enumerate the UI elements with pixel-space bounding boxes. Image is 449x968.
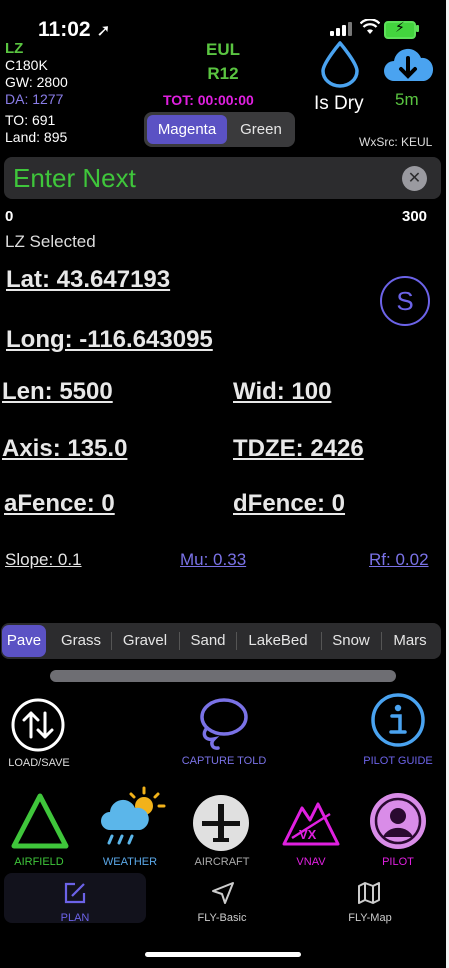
width-field[interactable]: Wid: 100 <box>233 378 331 406</box>
scrollbar[interactable] <box>50 670 396 682</box>
surface-grass[interactable]: Grass <box>52 623 110 659</box>
location-arrow-icon: ➚ <box>96 21 111 40</box>
divider <box>111 632 112 650</box>
wifi-icon <box>359 18 381 40</box>
load-save-label[interactable]: LOAD/SAVE <box>4 757 74 769</box>
landing-distance: Land: 895 <box>5 129 68 145</box>
surface-pave[interactable]: Pave <box>2 625 46 657</box>
vnav-badge: VX <box>299 827 317 842</box>
longitude-field[interactable]: Long: -116.643095 <box>6 326 213 354</box>
length-field[interactable]: Len: 5500 <box>2 378 113 406</box>
cellular-signal-icon <box>330 22 352 36</box>
clear-icon[interactable]: ✕ <box>402 166 427 191</box>
divider <box>321 632 322 650</box>
divider <box>236 632 237 650</box>
weather-label[interactable]: WEATHER <box>97 856 163 868</box>
battery-tip <box>416 25 419 32</box>
pilot-icon[interactable] <box>369 792 427 855</box>
lasso-icon[interactable] <box>192 695 254 756</box>
mode-green[interactable]: Green <box>230 115 292 144</box>
tab-fly-basic-label[interactable]: FLY-Basic <box>170 912 274 924</box>
weather-icon[interactable] <box>98 784 168 855</box>
pilot-guide-label[interactable]: PILOT GUIDE <box>356 755 440 767</box>
info-icon[interactable] <box>370 692 426 753</box>
range-max: 300 <box>402 208 428 225</box>
rf-field[interactable]: Rf: 0.02 <box>369 550 429 570</box>
triangle-icon[interactable] <box>10 792 70 855</box>
surface-condition[interactable]: Is Dry <box>314 93 364 115</box>
dfence-field[interactable]: dFence: 0 <box>233 490 345 518</box>
enter-next-placeholder[interactable]: Enter Next <box>13 163 136 194</box>
density-altitude: DA: 1277 <box>5 91 64 107</box>
airport-code[interactable]: EUL <box>203 40 243 60</box>
load-save-icon[interactable] <box>10 697 66 758</box>
tot-timer: TOT: 00:00:00 <box>163 92 254 108</box>
home-indicator[interactable] <box>145 952 301 957</box>
water-drop-icon[interactable] <box>318 40 362 93</box>
map-icon[interactable] <box>356 880 382 911</box>
afence-field[interactable]: aFence: 0 <box>4 490 115 518</box>
s-button[interactable]: S <box>380 276 430 326</box>
navigation-arrow-icon[interactable] <box>210 880 236 911</box>
vnav-label[interactable]: VNAV <box>290 856 332 868</box>
weather-age: 5m <box>395 90 419 109</box>
latitude-field[interactable]: Lat: 43.647193 <box>6 266 170 294</box>
surface-snow[interactable]: Snow <box>324 623 378 659</box>
capture-told-label[interactable]: CAPTURE TOLD <box>172 755 276 767</box>
lz-label: LZ <box>5 40 24 57</box>
airfield-label[interactable]: AIRFIELD <box>4 856 74 868</box>
tab-fly-map-label[interactable]: FLY-Map <box>320 912 420 924</box>
aircraft-icon[interactable] <box>192 794 250 857</box>
pilot-label[interactable]: PILOT <box>376 856 420 868</box>
axis-field[interactable]: Axis: 135.0 <box>2 435 127 463</box>
takeoff-distance: TO: 691 <box>5 112 56 128</box>
battery-icon: ⚡ <box>384 19 416 39</box>
slope-field[interactable]: Slope: 0.1 <box>5 550 82 570</box>
status-time: 11:02 ➚ <box>38 18 111 41</box>
tdze-field[interactable]: TDZE: 2426 <box>233 435 364 463</box>
surface-mars[interactable]: Mars <box>384 623 436 659</box>
aircraft-type: C180K <box>5 57 48 73</box>
surface-sand[interactable]: Sand <box>182 623 234 659</box>
aircraft-label[interactable]: AIRCRAFT <box>186 856 258 868</box>
gross-weight: GW: 2800 <box>5 74 68 90</box>
mu-field[interactable]: Mu: 0.33 <box>180 550 246 570</box>
edit-icon[interactable] <box>62 880 88 911</box>
range-min: 0 <box>5 208 14 225</box>
selection-label: LZ Selected <box>5 232 96 251</box>
runway-id[interactable]: R12 <box>203 64 243 84</box>
divider <box>179 632 180 650</box>
surface-gravel[interactable]: Gravel <box>114 623 176 659</box>
divider <box>381 632 382 650</box>
tab-plan-label[interactable]: PLAN <box>4 912 146 924</box>
vnav-icon[interactable]: VX <box>280 798 342 853</box>
weather-source: WxSrc: KEUL <box>359 135 433 149</box>
surface-lakebed[interactable]: LakeBed <box>238 623 318 659</box>
mode-magenta[interactable]: Magenta <box>147 115 227 144</box>
cloud-download-icon[interactable] <box>380 45 436 94</box>
